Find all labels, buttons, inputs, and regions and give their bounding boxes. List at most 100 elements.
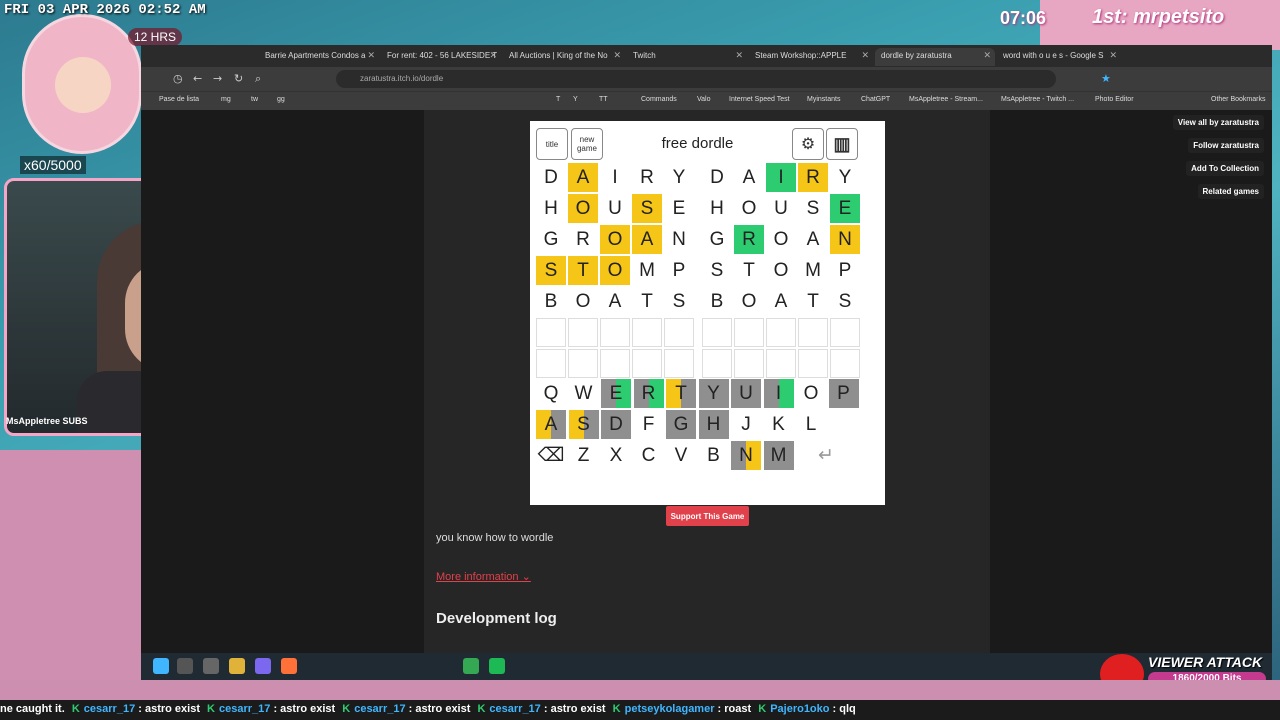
- settings-icon[interactable]: ⚙: [792, 128, 824, 160]
- goal-counter: x60/5000: [20, 156, 86, 174]
- board-2-cell: I: [766, 163, 796, 192]
- more-information-link[interactable]: More information ⌄: [436, 570, 531, 583]
- bookmark-item[interactable]: tw: [251, 96, 258, 103]
- new-game-button[interactable]: new game: [571, 128, 603, 160]
- follow-button[interactable]: Follow zaratustra: [1188, 138, 1264, 153]
- key-n[interactable]: N: [731, 441, 761, 470]
- chat-message: : astro exist: [135, 703, 204, 715]
- kick-icon: K: [758, 703, 767, 715]
- related-games-link[interactable]: Related games: [1197, 184, 1264, 199]
- first-chatter: 1st: mrpetsito: [1092, 6, 1225, 28]
- game-title: free dordle: [661, 135, 734, 152]
- title-button[interactable]: title: [536, 128, 568, 160]
- key-k[interactable]: K: [763, 410, 794, 439]
- key-backspace[interactable]: ⌫: [536, 441, 566, 470]
- tab-1[interactable]: Barrie Apartments Condos a ✕: [259, 48, 379, 66]
- board-1-cell: M: [639, 259, 655, 281]
- key-c[interactable]: C: [633, 441, 664, 470]
- bookmark-item[interactable]: Pase de lista: [159, 96, 199, 103]
- key-w[interactable]: W: [568, 379, 599, 408]
- board-1-cell: O: [568, 194, 598, 223]
- tab-5[interactable]: Steam Workshop::APPLE ✕: [749, 48, 873, 66]
- datetime: FRI 03 APR 2026 02:52 AM: [4, 2, 206, 18]
- firefox-icon[interactable]: [281, 658, 297, 674]
- spotify-icon[interactable]: [489, 658, 505, 674]
- tab-3[interactable]: All Auctions | King of the No ✕: [503, 48, 625, 66]
- stats-icon[interactable]: ▥: [826, 128, 858, 160]
- key-t[interactable]: T: [666, 379, 696, 408]
- board-1-cell: A: [608, 290, 622, 312]
- board-2-cell: M: [805, 259, 821, 281]
- key-e[interactable]: E: [601, 379, 631, 408]
- bookmark-item[interactable]: gg: [277, 96, 285, 103]
- key-u[interactable]: U: [731, 379, 761, 408]
- key-a[interactable]: A: [536, 410, 566, 439]
- tab-6-active[interactable]: dordle by zaratustra ✕: [875, 48, 995, 66]
- bookmark-item[interactable]: MsAppletree - Twitch ...: [1001, 96, 1074, 103]
- board-1-cell: H: [544, 197, 558, 219]
- folder-icon[interactable]: [229, 658, 245, 674]
- search-taskbar-icon[interactable]: [177, 658, 193, 674]
- key-b[interactable]: B: [698, 441, 729, 470]
- bookmark-item[interactable]: Myinstants: [807, 96, 840, 103]
- bookmark-item[interactable]: MsAppletree - Stream...: [909, 96, 983, 103]
- bookmark-item[interactable]: Photo Editor: [1095, 96, 1134, 103]
- chat-username: cesarr_17: [83, 703, 136, 715]
- key-m[interactable]: M: [763, 441, 794, 470]
- key-d[interactable]: D: [601, 410, 631, 439]
- tab-7[interactable]: word with o u e s - Google S ✕: [997, 48, 1121, 66]
- key-v[interactable]: V: [666, 441, 696, 470]
- view-all-link[interactable]: View all by zaratustra: [1172, 115, 1264, 130]
- board-1-cell: O: [600, 256, 630, 285]
- key-enter[interactable]: ↵: [796, 441, 856, 470]
- key-j[interactable]: J: [731, 410, 761, 439]
- star-icon[interactable]: ★: [1101, 72, 1111, 85]
- tab-2[interactable]: For rent: 402 - 56 LAKESIDE T ✕: [381, 48, 501, 66]
- bookmark-item[interactable]: Internet Speed Test: [729, 96, 790, 103]
- bookmark-item[interactable]: Y: [573, 96, 578, 103]
- taskview-icon[interactable]: [203, 658, 219, 674]
- key-x[interactable]: X: [601, 441, 631, 470]
- key-l[interactable]: L: [796, 410, 826, 439]
- key-p[interactable]: P: [828, 379, 859, 408]
- bookmark-item[interactable]: mg: [221, 96, 231, 103]
- support-button[interactable]: Support This Game: [666, 506, 749, 526]
- board-2-cell: R: [798, 163, 828, 192]
- bookmark-item[interactable]: Valo: [697, 96, 711, 103]
- board-2-cell: [702, 318, 732, 347]
- board-2-cell: G: [709, 228, 725, 250]
- chat-message: : qlq: [829, 703, 856, 715]
- board-1-cell: [568, 349, 598, 378]
- key-q[interactable]: Q: [536, 379, 566, 408]
- history-icon[interactable]: ◷: [173, 72, 183, 85]
- key-g[interactable]: G: [666, 410, 696, 439]
- windows-icon[interactable]: [153, 658, 169, 674]
- bookmark-item[interactable]: Other Bookmarks: [1211, 96, 1265, 103]
- bookmark-item[interactable]: ChatGPT: [861, 96, 890, 103]
- forward-icon[interactable]: →: [213, 72, 222, 85]
- bookmark-item[interactable]: Commands: [641, 96, 677, 103]
- key-r[interactable]: R: [633, 379, 664, 408]
- chat-username: petseykolagamer: [624, 703, 715, 715]
- chat-message: ne caught it.: [0, 703, 68, 715]
- tab-4[interactable]: Twitch ✕: [627, 48, 747, 66]
- key-z[interactable]: Z: [568, 441, 599, 470]
- back-icon[interactable]: ←: [193, 72, 202, 85]
- board-2-cell: S: [838, 290, 852, 312]
- board-2-cell: E: [830, 194, 860, 223]
- key-h[interactable]: H: [698, 410, 729, 439]
- key-s[interactable]: S: [568, 410, 599, 439]
- key-f[interactable]: F: [633, 410, 664, 439]
- search-icon[interactable]: ⌕: [255, 72, 261, 86]
- key-o[interactable]: O: [796, 379, 826, 408]
- add-to-collection-button[interactable]: Add To Collection: [1186, 161, 1264, 176]
- bookmark-item[interactable]: T: [556, 96, 560, 103]
- url-field[interactable]: zaratustra.itch.io/dordle: [336, 70, 1056, 88]
- bookmark-item[interactable]: TT: [599, 96, 608, 103]
- address-bar-row: ◷ ← → ↻ ⌕ zaratustra.itch.io/dordle ★: [141, 67, 1272, 91]
- discord-icon[interactable]: [255, 658, 271, 674]
- chrome-icon[interactable]: [463, 658, 479, 674]
- key-i[interactable]: I: [763, 379, 794, 408]
- reload-icon[interactable]: ↻: [234, 72, 243, 85]
- key-y[interactable]: Y: [698, 379, 729, 408]
